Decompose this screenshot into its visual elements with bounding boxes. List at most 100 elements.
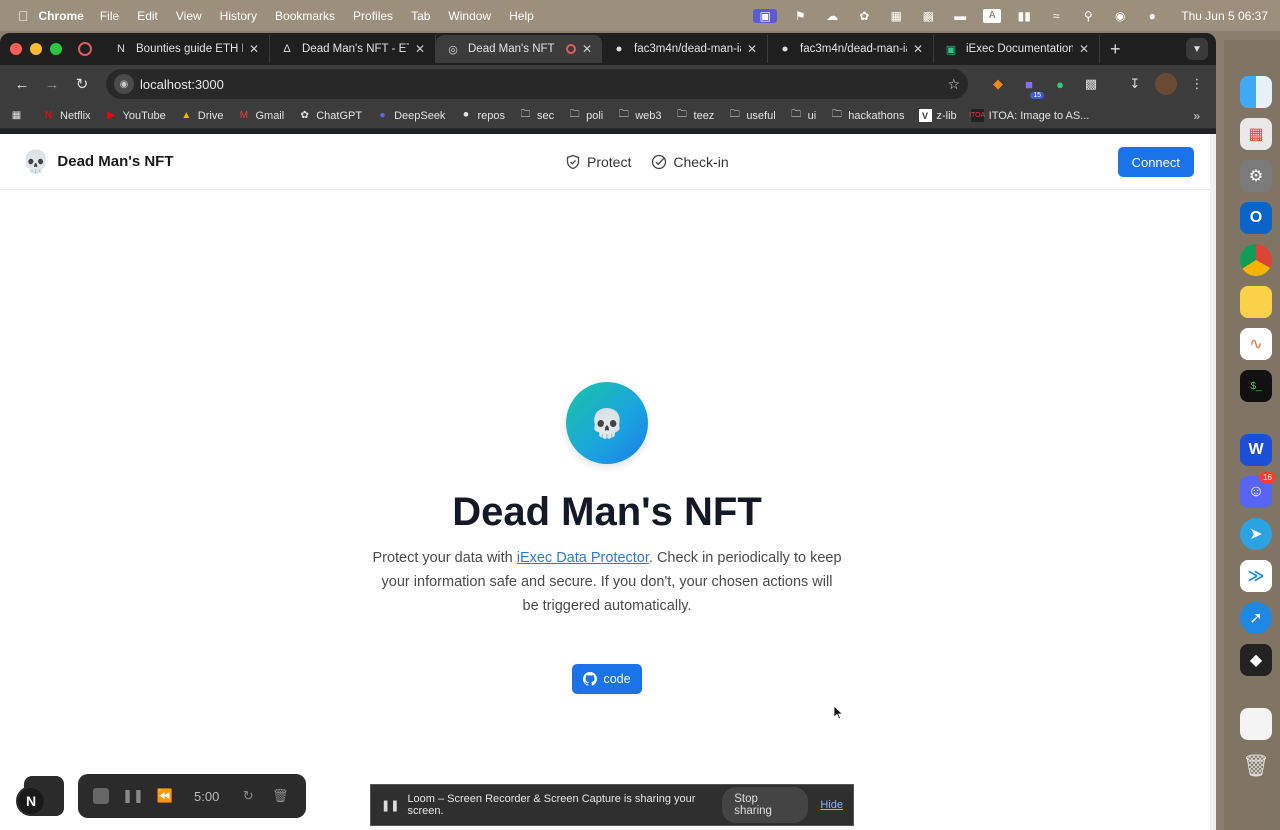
telegram-icon[interactable]: ➤ <box>1240 518 1272 550</box>
document-icon[interactable] <box>1240 708 1272 740</box>
loom-avatar[interactable]: N <box>16 786 46 816</box>
close-tab-icon[interactable]: ✕ <box>582 42 592 56</box>
notes-icon[interactable] <box>1240 286 1272 318</box>
more-bookmarks-icon[interactable]: » <box>1193 109 1200 123</box>
cube-app-icon[interactable]: ◆ <box>1240 644 1272 676</box>
apple-icon[interactable]:  <box>18 8 29 24</box>
new-tab-button[interactable]: + <box>1110 39 1121 60</box>
menu-edit[interactable]: Edit <box>137 9 158 23</box>
tab-dead-mans-nft-eth[interactable]: Δ Dead Man's NFT - ETH ✕ <box>270 35 436 63</box>
bookmark-deepseek[interactable]: ● DeepSeek <box>376 109 446 122</box>
bookmark-itoa[interactable]: ITOA ITOA: Image to AS... <box>969 109 1089 122</box>
site-info-icon[interactable]: ◉ <box>114 74 134 94</box>
trash-icon[interactable]: 🗑 <box>1240 750 1272 782</box>
outlook-icon[interactable]: O <box>1240 202 1272 234</box>
bookmark-gmail[interactable]: M Gmail <box>237 109 284 122</box>
discord-icon[interactable]: ☺ 16 <box>1240 472 1276 508</box>
battery-icon[interactable]: ▮▮ <box>1015 9 1033 23</box>
minimize-window-button[interactable] <box>30 43 42 55</box>
screen-share-icon[interactable]: ▣ <box>753 8 778 23</box>
profile-avatar[interactable] <box>1155 73 1177 95</box>
iexec-data-protector-link[interactable]: iExec Data Protector <box>517 550 649 566</box>
tab-iexec-docs[interactable]: ▣ iExec Documentation ✕ <box>934 35 1100 63</box>
pause-icon[interactable]: ❚❚ <box>122 787 144 805</box>
menu-help[interactable]: Help <box>509 9 534 23</box>
bookmark-drive[interactable]: ▲ Drive <box>180 109 223 122</box>
tab-bounties-guide[interactable]: N Bounties guide ETH Be ✕ <box>104 35 270 63</box>
launchpad-icon[interactable]: ▦ <box>1240 118 1272 150</box>
bookmark-folder-web3[interactable]: 🗀 web3 <box>617 109 662 122</box>
apps-grid-icon[interactable]: ▦ <box>10 109 28 122</box>
connect-button[interactable]: Connect <box>1117 147 1194 177</box>
menu-tab[interactable]: Tab <box>411 9 430 23</box>
system-settings-icon[interactable]: ⚙ <box>1240 160 1272 192</box>
tab-dead-mans-nft[interactable]: ◎ Dead Man's NFT ✕ <box>436 35 602 63</box>
bookmark-folder-hackathons[interactable]: 🗀 hackathons <box>830 109 905 122</box>
url-text[interactable]: localhost:3000 <box>140 77 224 92</box>
bookmark-youtube[interactable]: ▶ YouTube <box>105 109 166 122</box>
metamask-extension-icon[interactable]: ◆ <box>987 73 1009 95</box>
bookmark-folder-teez[interactable]: 🗀 teez <box>676 109 714 122</box>
download-icon[interactable]: ↧ <box>1124 73 1146 95</box>
safari-icon[interactable]: ➚ <box>1240 602 1272 634</box>
search-icon[interactable]: ⚲ <box>1079 9 1097 23</box>
freeform-icon[interactable]: ∿ <box>1240 328 1272 360</box>
menu-bookmarks[interactable]: Bookmarks <box>275 9 335 23</box>
keyboard-input-icon[interactable]: A <box>983 8 1002 23</box>
bookmark-chatgpt[interactable]: ✿ ChatGPT <box>298 109 363 122</box>
back-button[interactable]: ← <box>8 70 36 98</box>
grid-status-icon[interactable]: ▦ <box>887 9 905 23</box>
bookmark-folder-poli[interactable]: 🗀 poli <box>568 109 604 122</box>
hide-link[interactable]: Hide <box>820 799 843 811</box>
chrome-icon[interactable] <box>1240 244 1272 276</box>
wifi-icon[interactable]: ≈ <box>1047 9 1065 23</box>
address-bar[interactable]: ◉ localhost:3000 ☆ <box>106 69 968 99</box>
drive-status-icon[interactable]: ▬ <box>951 9 969 23</box>
menu-window[interactable]: Window <box>448 9 491 23</box>
bookmark-folder-ui[interactable]: 🗀 ui <box>790 109 816 122</box>
menubar-app-name[interactable]: Chrome <box>39 9 84 23</box>
bookmark-zlib[interactable]: Vz-lib <box>918 109 957 122</box>
chatgpt-status-icon[interactable]: ✿ <box>855 9 873 23</box>
code-button[interactable]: code <box>572 664 642 694</box>
stop-sharing-button[interactable]: Stop sharing <box>722 787 809 823</box>
capture-icon[interactable]: ▩ <box>919 9 937 23</box>
fullscreen-window-button[interactable] <box>50 43 62 55</box>
siri-icon[interactable]: ● <box>1143 9 1161 23</box>
stop-recording-button[interactable] <box>92 787 110 805</box>
nav-protect[interactable]: Protect <box>565 154 631 170</box>
bookmark-star-icon[interactable]: ☆ <box>947 76 960 93</box>
vscode-icon[interactable]: ≫ <box>1240 560 1272 592</box>
forward-button[interactable]: → <box>38 70 66 98</box>
bookmark-netflix[interactable]: N Netflix <box>42 109 91 122</box>
restart-icon[interactable]: ↻ <box>239 787 257 805</box>
tab-search-button[interactable]: ▼ <box>1186 38 1208 60</box>
webstorm-icon[interactable]: W <box>1240 434 1272 466</box>
reload-button[interactable]: ↻ <box>68 70 96 98</box>
close-tab-icon[interactable]: ✕ <box>249 42 259 56</box>
app-logo[interactable]: 💀 Dead Man's NFT <box>22 149 174 175</box>
tab-github-repo-1[interactable]: ⚫ fac3m4n/dead-man-ia ✕ <box>602 35 768 63</box>
menu-file[interactable]: File <box>100 9 119 23</box>
extension-badge-icon[interactable]: ■ 15 <box>1018 73 1044 99</box>
nav-checkin[interactable]: Check-in <box>651 154 729 170</box>
rewind-icon[interactable]: ⏪ <box>156 787 174 805</box>
delete-icon[interactable]: 🗑 <box>271 787 289 805</box>
terminal-icon[interactable]: $_ <box>1240 370 1272 402</box>
menu-view[interactable]: View <box>176 9 202 23</box>
cloud-icon[interactable]: ☁ <box>823 9 841 23</box>
chrome-menu-icon[interactable]: ⋮ <box>1186 73 1208 95</box>
control-center-icon[interactable]: ◉ <box>1111 9 1129 23</box>
bookmark-folder-sec[interactable]: 🗀 sec <box>519 109 554 122</box>
flag-icon[interactable]: ⚑ <box>791 9 809 23</box>
extensions-puzzle-icon[interactable]: ▩ <box>1080 73 1102 95</box>
menubar-clock[interactable]: Thu Jun 5 06:37 <box>1181 9 1268 23</box>
bookmark-repos[interactable]: ⚫ repos <box>459 109 505 122</box>
menu-history[interactable]: History <box>220 9 257 23</box>
page-scrollbar[interactable] <box>1210 134 1216 830</box>
bookmark-folder-useful[interactable]: 🗀 useful <box>728 109 776 122</box>
close-tab-icon[interactable]: ✕ <box>913 42 923 56</box>
menu-profiles[interactable]: Profiles <box>353 9 393 23</box>
finder-icon[interactable] <box>1240 76 1272 108</box>
close-tab-icon[interactable]: ✕ <box>1079 42 1089 56</box>
